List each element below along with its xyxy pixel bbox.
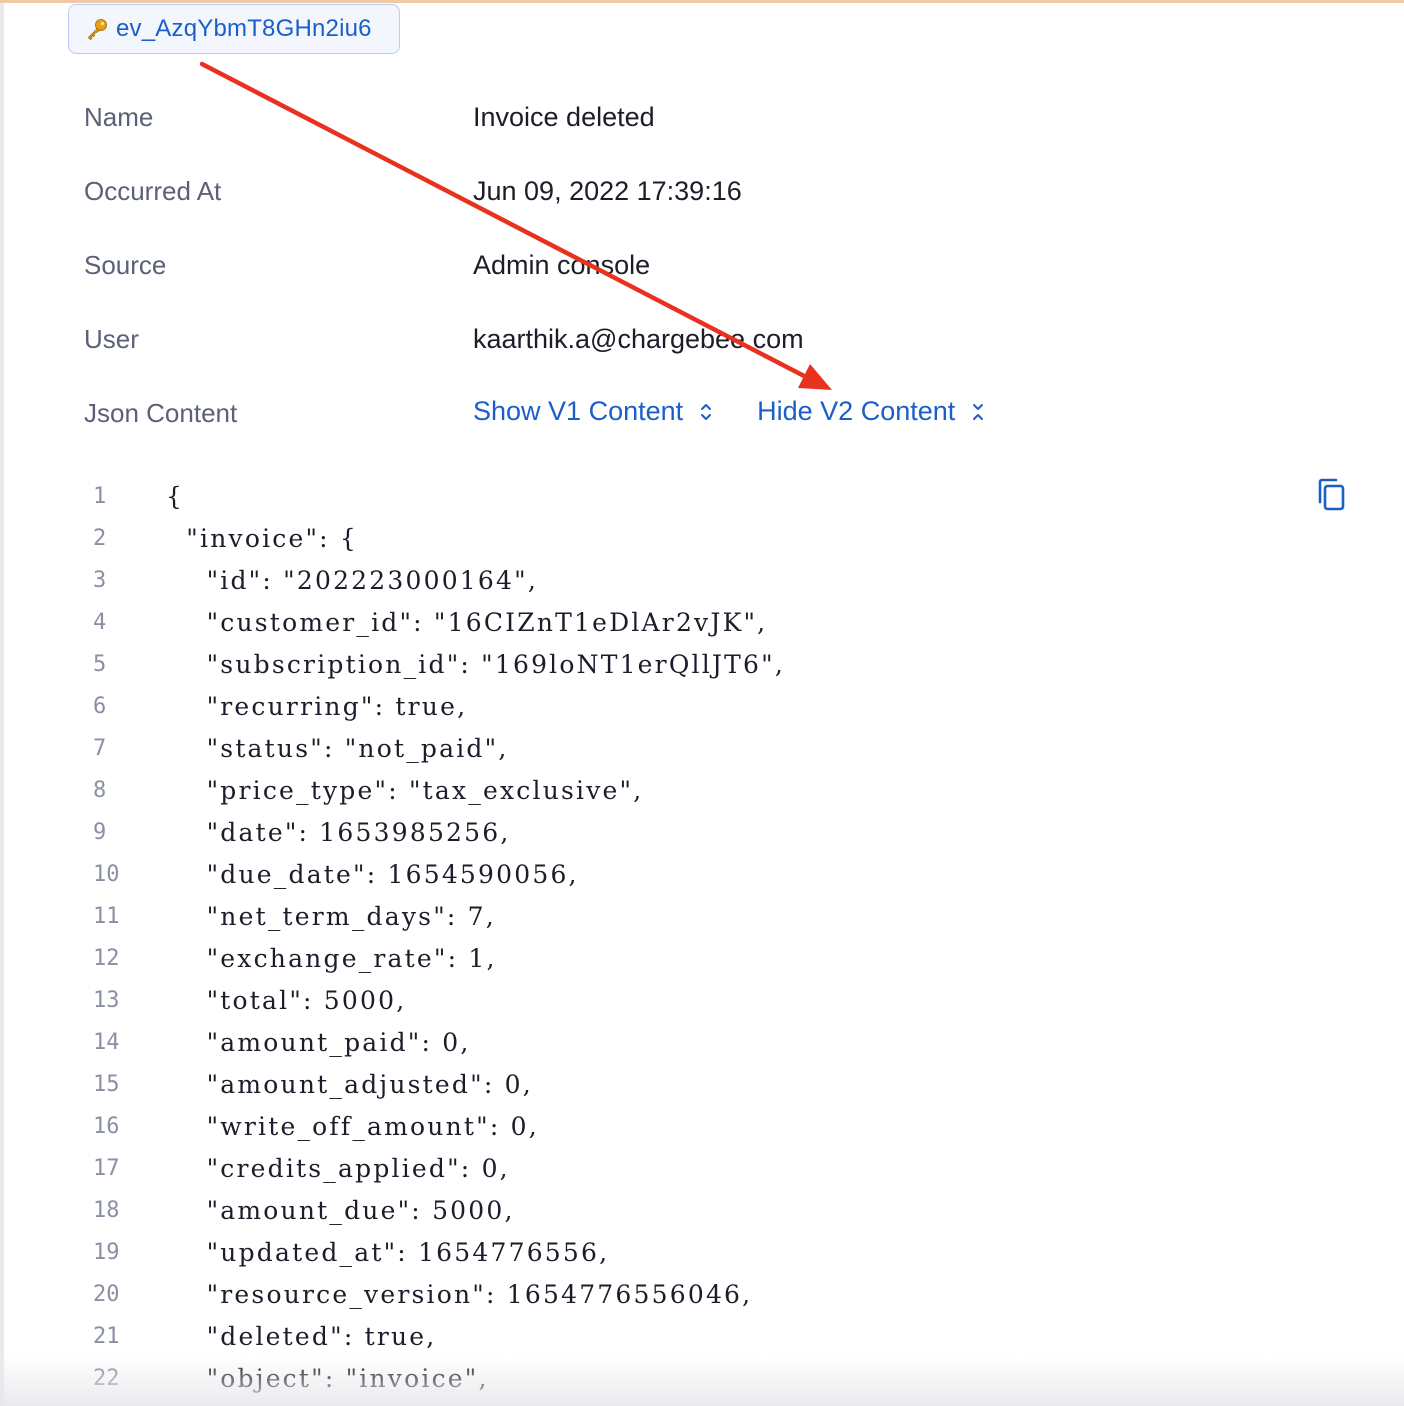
code-text: "subscription_id": "169loNT1erQllJT6", xyxy=(166,650,785,679)
detail-label: Name xyxy=(84,102,154,132)
code-text: "recurring": true, xyxy=(166,692,468,721)
show-v1-content-toggle[interactable]: Show V1 Content xyxy=(473,396,713,427)
code-text: "resource_version": 1654776556046, xyxy=(166,1280,753,1309)
code-text: "deleted": true, xyxy=(166,1322,437,1351)
code-text: "price_type": "tax_exclusive", xyxy=(166,776,644,805)
line-number: 7 xyxy=(93,736,107,761)
code-text: "write_off_amount": 0, xyxy=(166,1112,539,1141)
code-text: "amount_paid": 0, xyxy=(166,1028,471,1057)
line-number: 11 xyxy=(93,904,120,929)
detail-value: kaarthik.a@chargebee.com xyxy=(473,324,804,354)
code-line: 6 "recurring": true, xyxy=(84,686,1364,728)
detail-row-user: User kaarthik.a@chargebee.com xyxy=(84,314,1184,388)
event-details: Name Invoice deleted Occurred At Jun 09,… xyxy=(84,92,1184,462)
code-text: "updated_at": 1654776556, xyxy=(166,1238,610,1267)
line-number: 19 xyxy=(93,1240,120,1265)
line-number: 17 xyxy=(93,1156,120,1181)
detail-row-source: Source Admin console xyxy=(84,240,1184,314)
code-text: "due_date": 1654590056, xyxy=(166,860,579,889)
code-line: 17 "credits_applied": 0, xyxy=(84,1148,1364,1190)
code-text: "invoice": { xyxy=(166,524,359,553)
line-number: 15 xyxy=(93,1072,120,1097)
line-number: 22 xyxy=(93,1366,120,1391)
show-v1-content-label: Show V1 Content xyxy=(473,396,684,426)
code-text: "total": 5000, xyxy=(166,986,407,1015)
code-line: 10 "due_date": 1654590056, xyxy=(84,854,1364,896)
code-line: 14 "amount_paid": 0, xyxy=(84,1022,1364,1064)
window-top-border xyxy=(0,0,1404,3)
code-text: "customer_id": "16CIZnT1eDlAr2vJK", xyxy=(166,608,768,637)
code-text: "status": "not_paid", xyxy=(166,734,509,763)
event-id-text: ev_AzqYbmT8GHn2iu6 xyxy=(116,15,372,42)
code-line: 16 "write_off_amount": 0, xyxy=(84,1106,1364,1148)
code-text: "date": 1653985256, xyxy=(166,818,511,847)
code-text: "credits_applied": 0, xyxy=(166,1154,510,1183)
detail-row-json-content: Json Content Show V1 Content Hide V2 Con… xyxy=(84,388,1184,462)
key-icon xyxy=(84,16,110,42)
line-number: 4 xyxy=(93,610,107,635)
expand-chevrons-icon xyxy=(699,401,713,423)
code-line: 9 "date": 1653985256, xyxy=(84,812,1364,854)
code-line: 1{ xyxy=(84,476,1364,518)
code-line: 12 "exchange_rate": 1, xyxy=(84,938,1364,980)
code-line: 2 "invoice": { xyxy=(84,518,1364,560)
code-line: 8 "price_type": "tax_exclusive", xyxy=(84,770,1364,812)
line-number: 8 xyxy=(93,778,107,803)
code-text: "object": "invoice", xyxy=(166,1364,489,1393)
line-number: 18 xyxy=(93,1198,120,1223)
line-number: 12 xyxy=(93,946,120,971)
collapse-chevrons-icon xyxy=(971,401,985,423)
code-text: "amount_due": 5000, xyxy=(166,1196,515,1225)
code-text: "id": "202223000164", xyxy=(166,566,538,595)
code-line: 22 "object": "invoice", xyxy=(84,1358,1364,1400)
code-text: { xyxy=(166,482,185,511)
detail-label: Occurred At xyxy=(84,176,222,206)
code-line: 4 "customer_id": "16CIZnT1eDlAr2vJK", xyxy=(84,602,1364,644)
json-code-viewer: 1{2 "invoice": {3 "id": "202223000164", 4… xyxy=(84,476,1364,1400)
detail-label: Json Content xyxy=(84,398,238,428)
detail-row-occurred-at: Occurred At Jun 09, 2022 17:39:16 xyxy=(84,166,1184,240)
code-line: 19 "updated_at": 1654776556, xyxy=(84,1232,1364,1274)
line-number: 10 xyxy=(93,862,120,887)
event-id-chip[interactable]: ev_AzqYbmT8GHn2iu6 xyxy=(68,4,400,54)
hide-v2-content-label: Hide V2 Content xyxy=(757,396,956,426)
code-text: "exchange_rate": 1, xyxy=(166,944,497,973)
hide-v2-content-toggle[interactable]: Hide V2 Content xyxy=(757,396,985,427)
line-number: 9 xyxy=(93,820,107,845)
line-number: 1 xyxy=(93,484,107,509)
code-line: 18 "amount_due": 5000, xyxy=(84,1190,1364,1232)
line-number: 13 xyxy=(93,988,120,1013)
detail-label: Source xyxy=(84,250,167,280)
code-line: 7 "status": "not_paid", xyxy=(84,728,1364,770)
code-line: 3 "id": "202223000164", xyxy=(84,560,1364,602)
line-number: 6 xyxy=(93,694,107,719)
json-content-toggles: Show V1 Content Hide V2 Content xyxy=(473,396,985,427)
line-number: 16 xyxy=(93,1114,120,1139)
code-line: 11 "net_term_days": 7, xyxy=(84,896,1364,938)
left-panel-edge xyxy=(0,3,4,1406)
detail-value: Jun 09, 2022 17:39:16 xyxy=(473,176,742,206)
line-number: 21 xyxy=(93,1324,120,1349)
detail-value: Invoice deleted xyxy=(473,102,655,132)
line-number: 20 xyxy=(93,1282,120,1307)
line-number: 5 xyxy=(93,652,107,677)
detail-value: Admin console xyxy=(473,250,651,280)
detail-row-name: Name Invoice deleted xyxy=(84,92,1184,166)
code-line: 15 "amount_adjusted": 0, xyxy=(84,1064,1364,1106)
code-line: 5 "subscription_id": "169loNT1erQllJT6", xyxy=(84,644,1364,686)
code-line: 20 "resource_version": 1654776556046, xyxy=(84,1274,1364,1316)
line-number: 2 xyxy=(93,526,107,551)
detail-label: User xyxy=(84,324,139,354)
line-number: 14 xyxy=(93,1030,120,1055)
code-text: "amount_adjusted": 0, xyxy=(166,1070,533,1099)
code-line: 13 "total": 5000, xyxy=(84,980,1364,1022)
line-number: 3 xyxy=(93,568,107,593)
code-line: 21 "deleted": true, xyxy=(84,1316,1364,1358)
code-text: "net_term_days": 7, xyxy=(166,902,496,931)
